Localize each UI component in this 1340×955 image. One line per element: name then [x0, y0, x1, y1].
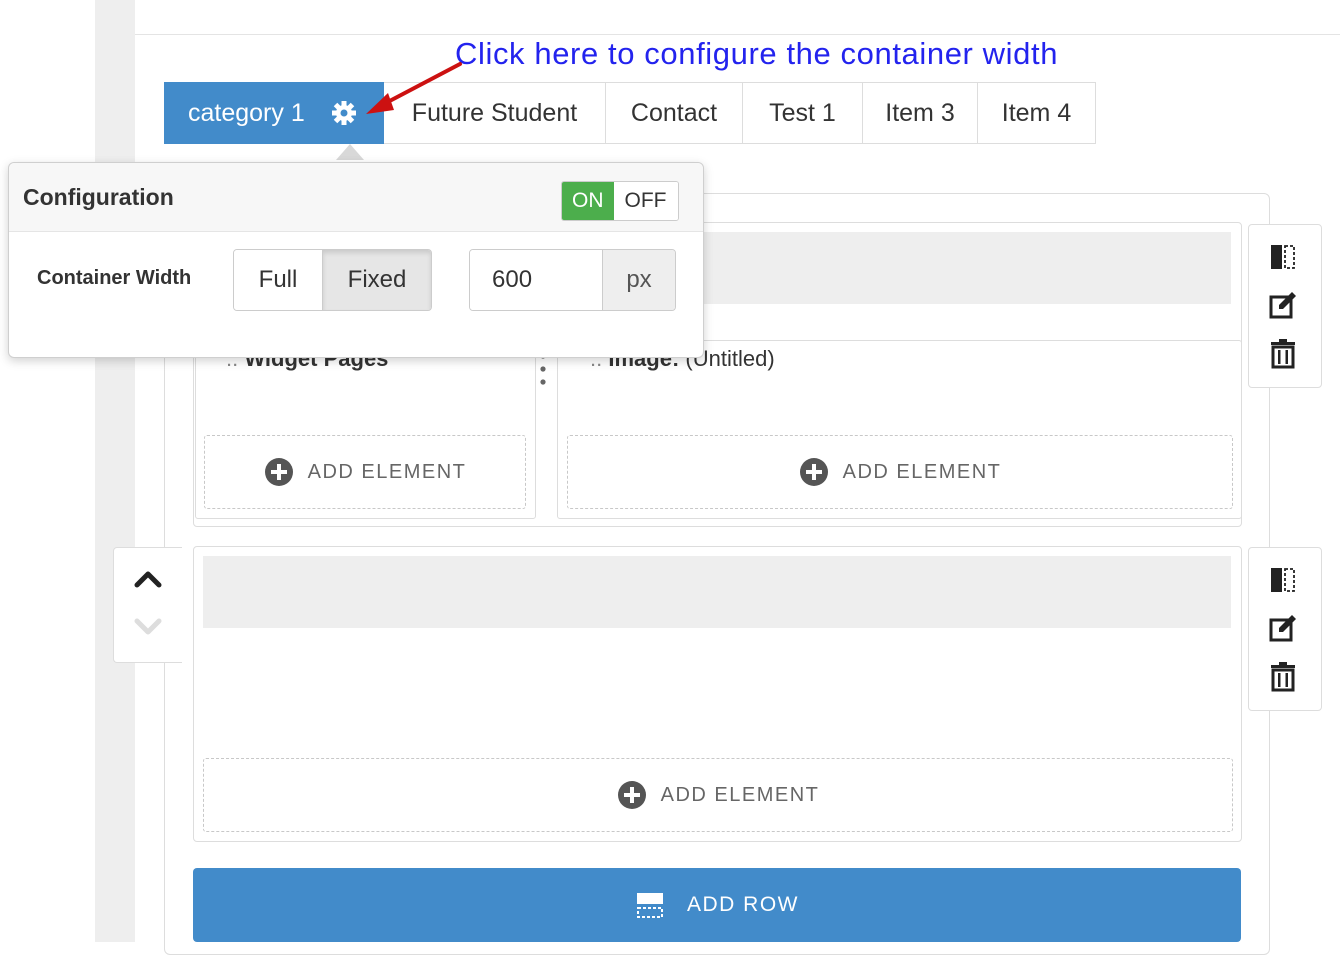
- container-width-input[interactable]: 600: [470, 250, 602, 310]
- plus-circle-icon: [799, 458, 828, 486]
- tab-contact[interactable]: Contact: [606, 82, 743, 144]
- container-width-mode-selector: Full Fixed: [233, 249, 432, 311]
- add-element-button[interactable]: ADD ELEMENT: [567, 435, 1233, 509]
- tab-label: Item 3: [885, 98, 955, 127]
- plus-circle-icon: [264, 458, 293, 486]
- tab-item-4[interactable]: Item 4: [978, 82, 1096, 144]
- editor-top-divider: [135, 34, 1340, 35]
- row-2-move-controls: [113, 547, 182, 663]
- tab-label: Test 1: [769, 98, 836, 127]
- width-unit-addon: px: [602, 250, 675, 310]
- row-1-toolbar: [1248, 224, 1322, 388]
- tab-item-3[interactable]: Item 3: [863, 82, 978, 144]
- edit-icon[interactable]: [1267, 289, 1299, 321]
- configuration-popover: Configuration ON OFF Container Width Ful…: [8, 162, 704, 358]
- width-full-button[interactable]: Full: [234, 250, 323, 310]
- chevron-down-icon[interactable]: [132, 614, 164, 640]
- row-2-toolbar: [1248, 547, 1322, 711]
- toggle-off[interactable]: OFF: [613, 182, 678, 220]
- add-element-button[interactable]: ADD ELEMENT: [204, 435, 526, 509]
- annotation-arrow-icon: [366, 62, 462, 114]
- tab-test-1[interactable]: Test 1: [743, 82, 863, 144]
- container-width-label: Container Width: [37, 267, 192, 289]
- tab-label: category 1: [188, 98, 305, 127]
- annotation-text: Click here to configure the container wi…: [455, 36, 1059, 71]
- editor-left-gutter: [95, 0, 135, 942]
- tab-label: Item 4: [1001, 98, 1072, 127]
- width-fixed-button[interactable]: Fixed: [323, 250, 431, 310]
- add-row-label: ADD ROW: [687, 893, 799, 916]
- add-row-button[interactable]: ADD ROW: [193, 868, 1241, 942]
- gear-icon[interactable]: [331, 100, 357, 126]
- popover-caret: [336, 144, 364, 160]
- toggle-on[interactable]: ON: [562, 182, 614, 220]
- add-element-label: ADD ELEMENT: [660, 783, 820, 806]
- container-width-input-group: 600 px: [469, 249, 676, 311]
- edit-icon[interactable]: [1267, 612, 1299, 644]
- chevron-up-icon[interactable]: [132, 566, 164, 592]
- columns-icon[interactable]: [1267, 241, 1299, 273]
- plus-circle-icon: [617, 781, 646, 809]
- columns-icon[interactable]: [1267, 564, 1299, 596]
- add-element-button[interactable]: ADD ELEMENT: [203, 758, 1233, 832]
- add-element-label: ADD ELEMENT: [307, 460, 467, 483]
- add-element-label: ADD ELEMENT: [842, 460, 1002, 483]
- tab-label: Contact: [630, 98, 718, 127]
- tab-category-1[interactable]: category 1: [164, 82, 384, 144]
- popover-title: Configuration: [23, 184, 174, 210]
- trash-icon[interactable]: [1267, 660, 1299, 692]
- configuration-toggle[interactable]: ON OFF: [561, 181, 679, 221]
- add-row-icon: [637, 893, 663, 918]
- trash-icon[interactable]: [1267, 337, 1299, 369]
- category-tabs: category 1 Future Student Contact Test 1…: [164, 82, 1096, 144]
- row-2-header-band[interactable]: [203, 556, 1231, 628]
